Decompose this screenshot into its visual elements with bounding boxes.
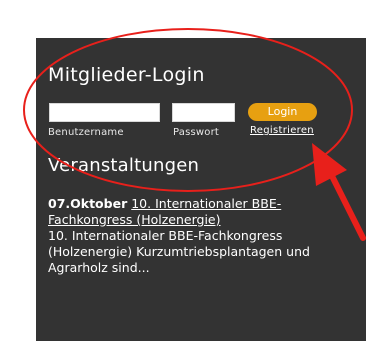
highlight-ellipse — [23, 28, 353, 192]
pointer-arrow-icon — [312, 143, 366, 241]
annotation-overlay — [23, 28, 366, 241]
